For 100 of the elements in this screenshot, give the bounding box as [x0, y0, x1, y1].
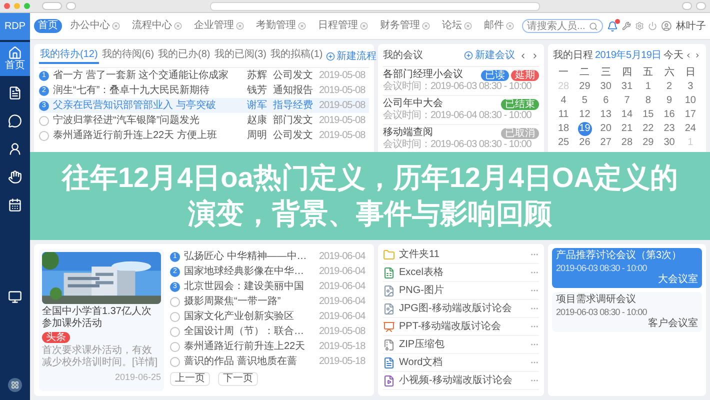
previous-icon[interactable] [685, 52, 692, 59]
maximize-icon[interactable] [24, 3, 30, 9]
file-name[interactable]: ZIP压缩包 [399, 338, 526, 350]
calendar-day[interactable]: 27 [598, 136, 613, 150]
news-title[interactable]: 泰州通路近行前升连上22天 [184, 340, 315, 352]
nav-tab[interactable]: 邮件 [480, 19, 518, 33]
new-process-button[interactable]: 新建流程 [326, 48, 377, 64]
news-title[interactable]: 摄影周聚焦“一带一路” [184, 296, 315, 308]
calendar-day[interactable]: 16 [662, 108, 676, 122]
calendar-day[interactable]: 17 [683, 108, 698, 122]
calendar-day[interactable]: 13 [598, 108, 613, 122]
calendar-day[interactable]: 15 [641, 108, 656, 122]
user-name[interactable]: 林叶子 [676, 18, 706, 34]
news-card[interactable]: 全国中小学首1.37亿人次参加课外活动 头条 首次要求课外活动，有效减少校外培训时间。[详情] 2019-06-25 [39, 249, 164, 391]
file-name[interactable]: JPG图-移动端改版讨论会 [399, 302, 526, 314]
calendar-day[interactable]: 9 [662, 94, 676, 108]
calendar-day[interactable]: 29 [578, 80, 592, 94]
calendar-day[interactable]: 29 [641, 136, 656, 150]
file-name[interactable]: 小视频-移动端改版讨论会 [399, 374, 526, 386]
calendar-day[interactable]: 3 [683, 80, 698, 94]
news-title[interactable]: 北京世园会：建设美丽中国 [184, 280, 315, 292]
next-icon[interactable] [694, 52, 701, 59]
today-button[interactable]: 今天 [663, 48, 684, 63]
nav-tab[interactable]: 企业管理 [190, 19, 248, 33]
close-icon[interactable] [4, 3, 10, 9]
close-icon[interactable] [112, 22, 120, 30]
calendar-day[interactable]: 8 [641, 94, 656, 108]
calendar-day[interactable]: 6 [598, 94, 613, 108]
todo-tab[interactable]: 我的已阅(3) [213, 48, 268, 64]
address-field[interactable] [210, 2, 540, 10]
calendar-day[interactable]: 21 [620, 122, 634, 136]
news-title[interactable]: 国家地球经典影像在中华… [184, 266, 315, 278]
calendar-day[interactable]: 7 [620, 94, 634, 108]
nav-tab[interactable]: 首页 [34, 19, 62, 33]
todo-tab[interactable]: 我的待办(12) [39, 48, 99, 64]
nav-tab[interactable]: 论坛 [438, 19, 476, 33]
news-title[interactable]: 国家文化产业创新实验区 [184, 310, 315, 322]
todo-row[interactable]: 宁波归掌径进“汽车银降”问题发光 赵康 部门发文 2019-05-08 [39, 113, 369, 128]
calendar-day[interactable]: 30 [598, 80, 613, 94]
todo-tab[interactable]: 我的拟稿(1) [270, 48, 324, 64]
file-name[interactable]: 文件夹11 [399, 248, 526, 260]
event-card[interactable]: 产品推荐讨论会议（第3次） 2019-06-03 08:30 - 10:00 大会议室 [552, 248, 702, 288]
news-title[interactable]: 全国设计周（节）：联合… [184, 326, 315, 338]
nav-tab[interactable]: 办公中心 [66, 19, 124, 33]
close-icon[interactable] [506, 22, 514, 30]
calendar-day[interactable]: 18 [556, 122, 571, 136]
settings-icon[interactable] [635, 21, 644, 31]
file-name[interactable]: PPT-移动端改版讨论会 [399, 320, 526, 332]
close-icon[interactable] [464, 22, 472, 30]
next-icon[interactable] [531, 52, 539, 60]
power-icon[interactable] [648, 21, 658, 31]
calendar-day[interactable]: 2 [662, 80, 676, 94]
new-meeting-button[interactable]: 新建会议 [464, 48, 515, 63]
close-icon[interactable] [236, 22, 244, 30]
search-field[interactable]: 请搜索人员... [522, 19, 603, 33]
previous-page-button[interactable]: 上一页 [170, 372, 210, 386]
event-card[interactable]: 项目需求调研会议 2019-06-03 08:30 - 10:00 客户会议室 [552, 292, 702, 332]
calendar-day[interactable]: 22 [641, 122, 656, 136]
meeting-title[interactable]: 各部门经理小会议 [383, 69, 463, 81]
close-icon[interactable] [360, 22, 368, 30]
close-icon[interactable] [174, 22, 182, 30]
calendar-day[interactable]: 5 [578, 94, 592, 108]
meeting-title[interactable]: 公司年中大会 [383, 98, 443, 110]
calendar-day[interactable]: 14 [620, 108, 634, 122]
sidebar-item[interactable]: 首页 [0, 42, 30, 76]
calendar-day[interactable]: 25 [556, 136, 571, 150]
calendar-day[interactable]: 30 [662, 136, 676, 150]
avatar-icon[interactable] [661, 20, 672, 32]
calendar-day[interactable]: 23 [662, 122, 676, 136]
calendar-day[interactable]: 1 [641, 80, 656, 94]
nav-tab[interactable]: 财务管理 [376, 19, 434, 33]
calendar-day[interactable]: 10 [683, 94, 698, 108]
apps-button[interactable] [8, 378, 22, 392]
file-name[interactable]: Word文档 [399, 356, 526, 368]
file-name[interactable]: PNG-图片 [399, 284, 526, 296]
calendar-day[interactable]: 12 [578, 108, 592, 122]
calendar-day[interactable]: 26 [578, 136, 592, 150]
news-title[interactable]: 弘扬匠心 中华精神——中… [184, 250, 315, 262]
close-icon[interactable] [422, 22, 430, 30]
calendar-day[interactable]: 24 [683, 122, 698, 136]
calendar-day[interactable]: 19 [578, 122, 592, 136]
previous-icon[interactable] [519, 52, 527, 60]
file-name[interactable]: Excel表格 [399, 266, 526, 278]
nav-tab[interactable]: 考勤管理 [252, 19, 310, 33]
wrench-icon[interactable] [622, 21, 632, 31]
close-icon[interactable] [298, 22, 306, 30]
next-page-button[interactable]: 下一页 [218, 372, 258, 386]
todo-tab[interactable]: 我的待阅(6) [100, 48, 156, 64]
todo-tab[interactable]: 我的已办(8) [157, 48, 212, 64]
meeting-title[interactable]: 移动端查阅 [383, 127, 433, 139]
calendar-day[interactable]: 11 [556, 108, 571, 122]
nav-tab[interactable]: 流程中心 [128, 19, 186, 33]
calendar-day[interactable]: 28 [620, 136, 634, 150]
minimize-icon[interactable] [14, 3, 20, 9]
todo-row[interactable]: 泰州通路近行前升连上22天 方便上班 周明 公司发文 2019-05-08 [39, 128, 369, 143]
news-title[interactable]: 蔷识的作品 蔷识地质在蔷 [184, 356, 315, 368]
notification-button[interactable] [607, 20, 618, 32]
calendar-day[interactable]: 4 [556, 94, 571, 108]
calendar-day[interactable]: 31 [620, 80, 634, 94]
search-icon[interactable] [589, 22, 598, 30]
